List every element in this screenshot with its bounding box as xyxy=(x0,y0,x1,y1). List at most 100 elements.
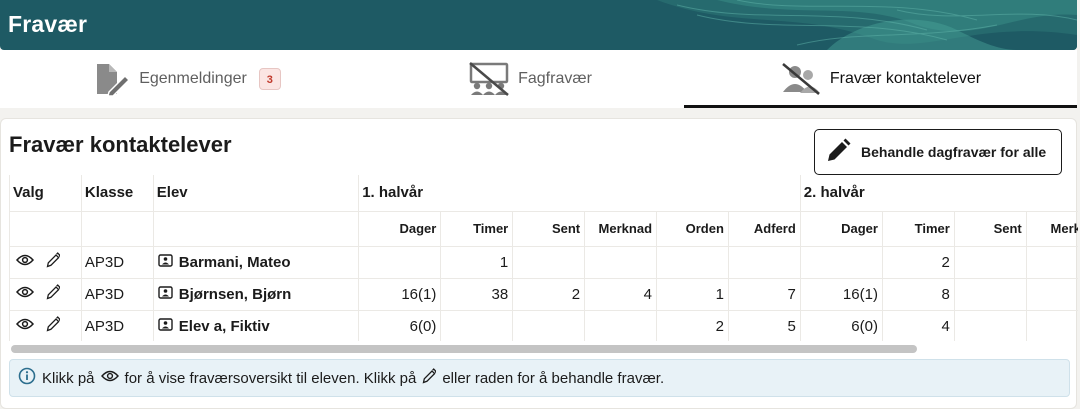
tab-egenmeldinger[interactable]: Egenmeldinger 3 xyxy=(0,50,376,108)
student-card-icon xyxy=(158,285,173,303)
column-header: Sent xyxy=(953,210,1027,247)
cell-value: 4 xyxy=(881,309,955,341)
table-sub-header: Dager Timer Sent Merknad Orden Adferd Da… xyxy=(9,210,1078,247)
info-text-1: Klikk på xyxy=(42,369,95,387)
student-card-icon xyxy=(158,317,173,335)
info-text-2: for å vise fraværsoversikt til eleven. K… xyxy=(124,369,417,387)
cell-value xyxy=(584,309,658,341)
tab-label: Fravær kontaktelever xyxy=(829,70,982,87)
column-header: Dager xyxy=(358,210,442,247)
cell-value: 8 xyxy=(881,277,955,311)
cell-value xyxy=(953,309,1027,341)
student-name: Elev a, Fiktiv xyxy=(178,317,270,335)
people-crossed-icon xyxy=(780,62,822,96)
document-pencil-icon xyxy=(95,62,131,96)
main-card: Fravær kontaktelever Behandle dagfravær … xyxy=(0,118,1078,409)
cell-elev: Elev a, Fiktiv xyxy=(152,309,360,341)
cell-value: 2 xyxy=(881,245,955,279)
pencil-icon[interactable] xyxy=(46,252,61,272)
horizontal-scrollbar[interactable] xyxy=(9,345,1078,353)
student-card-icon xyxy=(158,253,173,271)
absence-table: Valg Klasse Elev 1. halvår 2. halvår Dag… xyxy=(9,175,1078,341)
tab-fravaer-kontaktelever[interactable]: Fravær kontaktelever xyxy=(684,50,1077,108)
table-row[interactable]: AP3DElev a, Fiktiv6(0)256(0)43 xyxy=(9,309,1078,341)
row-actions xyxy=(9,309,82,341)
process-all-label: Behandle dagfravær for alle xyxy=(861,144,1047,160)
row-actions xyxy=(9,277,82,311)
cell-value xyxy=(358,245,442,279)
cell-value: 1 xyxy=(656,277,729,311)
cell-klasse: AP3D xyxy=(80,277,154,311)
cell-klasse: AP3D xyxy=(80,245,154,279)
cell-value: 5 xyxy=(727,309,801,341)
cell-elev: Barmani, Mateo xyxy=(152,245,360,279)
process-all-button[interactable]: Behandle dagfravær for alle xyxy=(814,129,1062,175)
page-title: Fravær xyxy=(8,11,88,37)
cell-value: 7 xyxy=(727,277,801,311)
column-group-h1: 1. halvår xyxy=(358,175,801,212)
class-crossed-icon xyxy=(468,62,510,96)
pencil-icon[interactable] xyxy=(46,316,61,336)
cell-elev: Bjørnsen, Bjørn xyxy=(152,277,360,311)
column-header: Orden xyxy=(656,210,729,247)
cell-value xyxy=(727,245,801,279)
tab-bar: Egenmeldinger 3 Fagfravær Fravær kontakt… xyxy=(0,50,1077,108)
cell-value xyxy=(512,245,586,279)
cell-value: 1 xyxy=(440,245,514,279)
column-header-elev: Elev xyxy=(152,175,360,212)
column-header-valg: Valg xyxy=(9,175,82,212)
column-group-h2: 2. halvår xyxy=(799,175,1078,212)
cell-value: 38 xyxy=(440,277,514,311)
column-header: Timer xyxy=(440,210,514,247)
eye-icon[interactable] xyxy=(15,317,35,335)
cell-value: 2 xyxy=(656,309,729,341)
cell-value: 3 xyxy=(1025,309,1078,341)
info-banner: Klikk på for å vise fraværsoversikt til … xyxy=(9,359,1070,397)
column-header: Adferd xyxy=(727,210,801,247)
column-header: Sent xyxy=(512,210,586,247)
cell-value xyxy=(584,245,658,279)
info-icon xyxy=(18,367,36,389)
table-group-header: Valg Klasse Elev 1. halvår 2. halvår xyxy=(9,175,1078,212)
column-header: Dager xyxy=(799,210,883,247)
cell-value: 2 xyxy=(512,277,586,311)
eye-icon[interactable] xyxy=(15,253,35,271)
row-actions xyxy=(9,245,82,279)
cell-value: 6(0) xyxy=(799,309,883,341)
cell-value xyxy=(953,277,1027,311)
column-header-klasse: Klasse xyxy=(80,175,154,212)
header-decoration xyxy=(597,0,1077,50)
student-name: Bjørnsen, Bjørn xyxy=(178,285,292,303)
eye-icon xyxy=(100,369,119,387)
cell-value xyxy=(512,309,586,341)
eye-icon[interactable] xyxy=(15,285,35,303)
cell-value: 4 xyxy=(584,277,658,311)
student-name: Barmani, Mateo xyxy=(178,253,291,271)
count-badge: 3 xyxy=(258,68,281,90)
cell-value xyxy=(656,245,729,279)
tab-fagfravaer[interactable]: Fagfravær xyxy=(376,50,684,108)
app-header: Fravær xyxy=(0,0,1077,50)
cell-value: 16(1) xyxy=(799,277,883,311)
cell-value xyxy=(1025,245,1078,279)
tab-label: Egenmeldinger xyxy=(139,70,247,87)
pencil-icon xyxy=(422,368,438,388)
cell-value: 12 xyxy=(1025,277,1078,311)
column-header: Timer xyxy=(881,210,955,247)
cell-value xyxy=(799,245,883,279)
pencil-icon[interactable] xyxy=(46,284,61,304)
column-header: Merknad xyxy=(1025,210,1078,247)
cell-value: 6(0) xyxy=(358,309,442,341)
info-text-3: eller raden for å behandle fravær. xyxy=(442,369,665,387)
table-row[interactable]: AP3DBjørnsen, Bjørn16(1)38241716(1)812 xyxy=(9,277,1078,311)
pencil-icon xyxy=(825,138,851,167)
cell-klasse: AP3D xyxy=(80,309,154,341)
table-row[interactable]: AP3D Barmani, Mateo 1 2 xyxy=(9,245,1078,279)
section-title: Fravær kontaktelever xyxy=(9,132,232,157)
tab-label: Fagfravær xyxy=(518,70,592,87)
cell-value xyxy=(440,309,514,341)
cell-value xyxy=(953,245,1027,279)
cell-value: 16(1) xyxy=(358,277,442,311)
scrollbar-thumb[interactable] xyxy=(11,345,917,353)
column-header: Merknad xyxy=(584,210,658,247)
